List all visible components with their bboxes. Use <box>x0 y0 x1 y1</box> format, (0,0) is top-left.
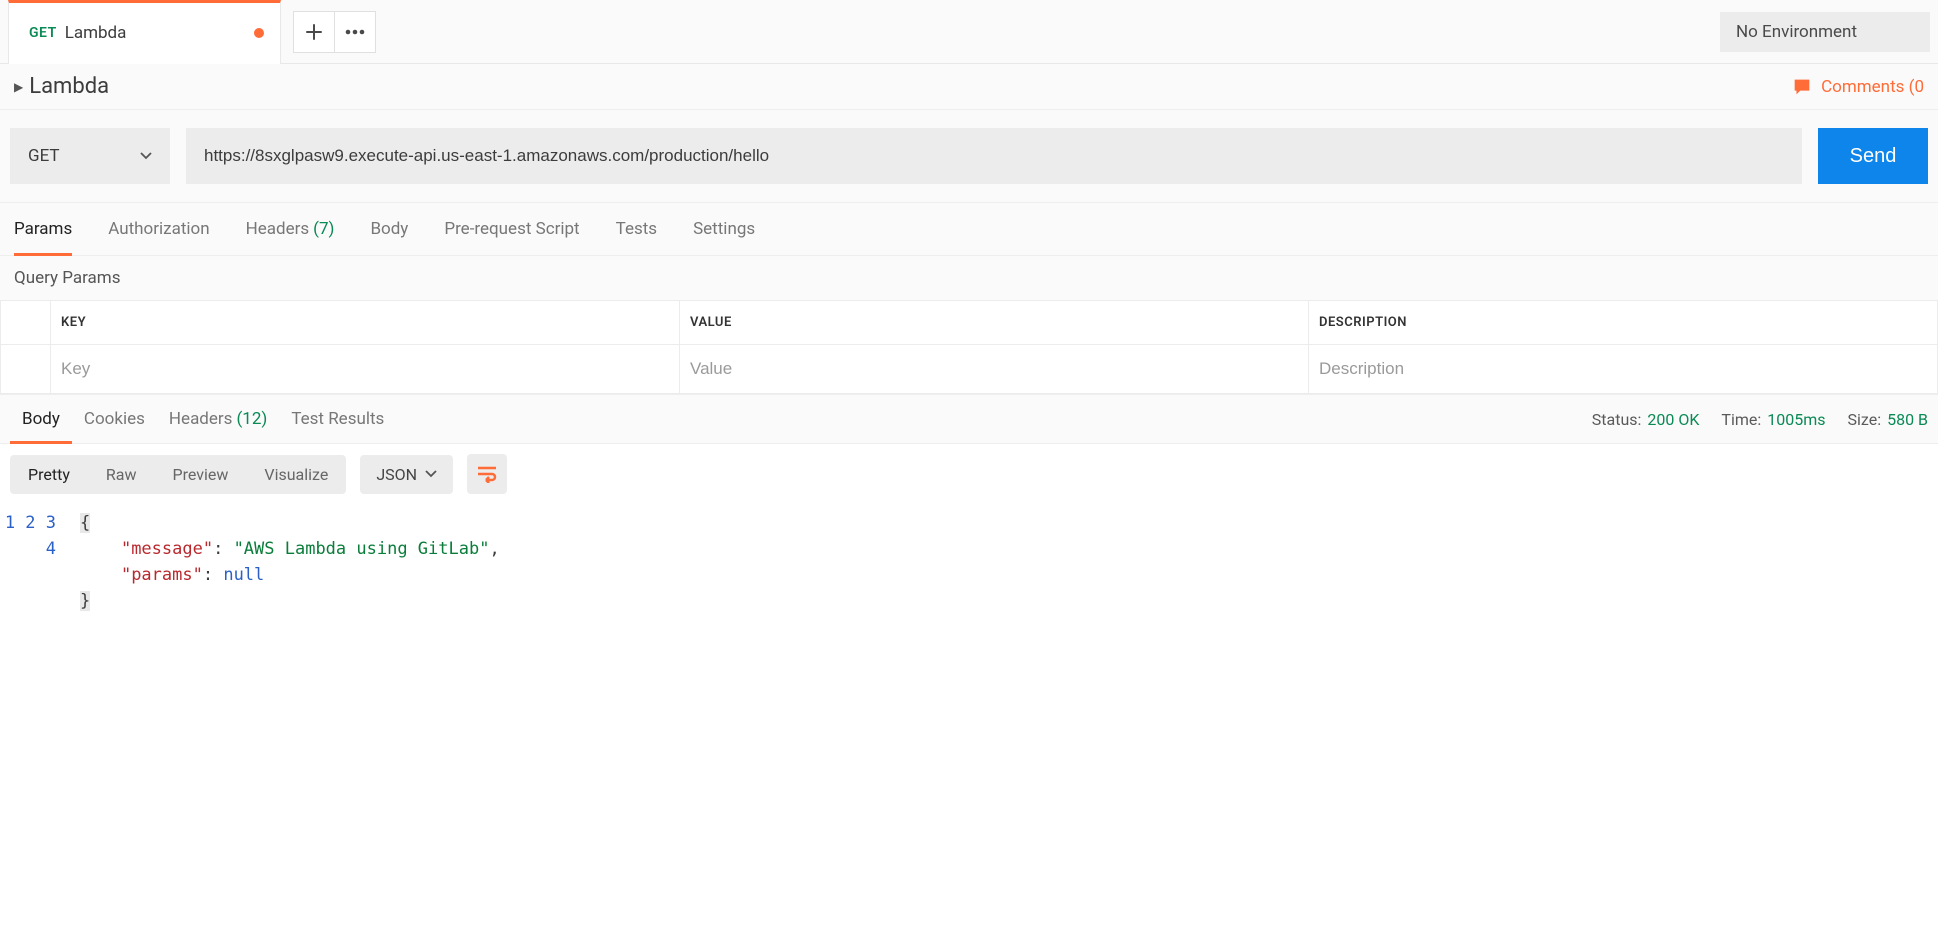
collapse-icon[interactable]: ▶ <box>14 80 23 94</box>
tab-prerequest[interactable]: Pre-request Script <box>444 203 579 255</box>
col-value: VALUE <box>680 301 1309 345</box>
tab-params[interactable]: Params <box>14 203 72 255</box>
tab-body[interactable]: Body <box>370 203 408 255</box>
resp-tab-headers[interactable]: Headers(12) <box>157 395 279 443</box>
view-pretty[interactable]: Pretty <box>10 455 88 494</box>
col-handle <box>1 301 51 345</box>
comments-button[interactable]: Comments (0 <box>1791 76 1924 98</box>
url-input[interactable] <box>186 128 1802 184</box>
response-meta: Status:200 OK Time:1005ms Size:580 B <box>1592 410 1928 429</box>
tab-method: GET <box>29 25 57 41</box>
value-input[interactable] <box>690 359 1298 379</box>
wrap-icon <box>476 465 498 483</box>
view-preview[interactable]: Preview <box>154 455 246 494</box>
response-tabs: Body Cookies Headers(12) Test Results St… <box>0 394 1938 444</box>
url-bar: GET Send <box>0 110 1938 203</box>
key-input[interactable] <box>61 359 669 379</box>
method-value: GET <box>28 146 60 166</box>
col-desc: DESCRIPTION <box>1309 301 1938 345</box>
comments-label: Comments (0 <box>1821 77 1924 97</box>
format-select[interactable]: JSON <box>360 455 453 494</box>
plus-icon <box>305 23 323 41</box>
col-key: KEY <box>51 301 680 345</box>
tab-title: Lambda <box>65 23 127 43</box>
resp-tab-body[interactable]: Body <box>10 395 72 443</box>
table-row <box>1 345 1938 394</box>
tab-actions-button[interactable] <box>334 11 376 53</box>
tab-tests[interactable]: Tests <box>616 203 657 255</box>
code-lines[interactable]: { "message": "AWS Lambda using GitLab", … <box>80 510 1938 614</box>
wrap-lines-button[interactable] <box>467 454 507 494</box>
tab-authorization[interactable]: Authorization <box>108 203 209 255</box>
ellipsis-icon <box>345 29 365 35</box>
status: Status:200 OK <box>1592 410 1700 429</box>
format-label: JSON <box>376 465 417 484</box>
request-name: Lambda <box>29 74 109 99</box>
tab-headers[interactable]: Headers(7) <box>246 203 335 255</box>
unsaved-dot-icon <box>254 28 264 38</box>
time: Time:1005ms <box>1721 410 1825 429</box>
view-mode-group: Pretty Raw Preview Visualize <box>10 455 346 494</box>
send-button[interactable]: Send <box>1818 128 1928 184</box>
comment-icon <box>1791 76 1813 98</box>
response-body: 1 2 3 4 { "message": "AWS Lambda using G… <box>0 504 1938 654</box>
chevron-down-icon <box>140 152 152 160</box>
tab-settings[interactable]: Settings <box>693 203 755 255</box>
view-toolbar: Pretty Raw Preview Visualize JSON <box>0 444 1938 504</box>
title-row: ▶ Lambda Comments (0 <box>0 64 1938 110</box>
desc-input[interactable] <box>1319 359 1927 379</box>
method-select[interactable]: GET <box>10 128 170 184</box>
view-visualize[interactable]: Visualize <box>246 455 346 494</box>
params-table: KEY VALUE DESCRIPTION <box>0 300 1938 394</box>
line-gutter: 1 2 3 4 <box>0 510 80 614</box>
resp-tab-cookies[interactable]: Cookies <box>72 395 157 443</box>
request-tabs: Params Authorization Headers(7) Body Pre… <box>0 203 1938 256</box>
tab-bar: GET Lambda No Environment <box>0 0 1938 64</box>
request-tab[interactable]: GET Lambda <box>8 0 281 64</box>
send-label: Send <box>1850 145 1897 168</box>
size: Size:580 B <box>1848 410 1928 429</box>
section-label: Query Params <box>0 256 1938 300</box>
environment-label: No Environment <box>1736 22 1857 42</box>
chevron-down-icon <box>425 470 437 478</box>
view-raw[interactable]: Raw <box>88 455 155 494</box>
new-tab-button[interactable] <box>293 11 335 53</box>
environment-select[interactable]: No Environment <box>1720 12 1930 52</box>
resp-tab-tests[interactable]: Test Results <box>279 395 396 443</box>
